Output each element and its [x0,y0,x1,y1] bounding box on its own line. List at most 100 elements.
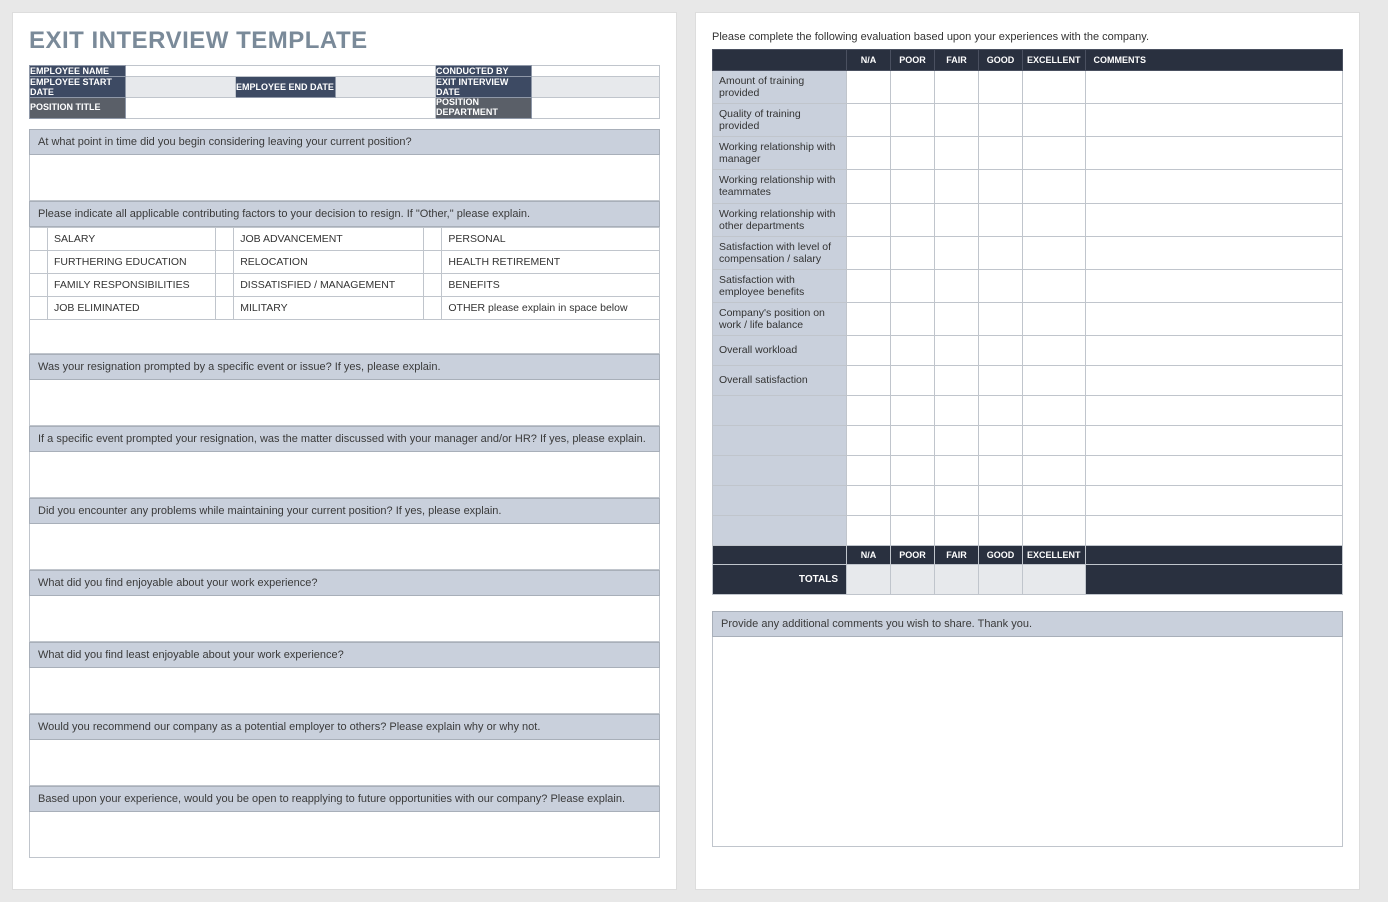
input-start-date[interactable] [126,77,236,98]
eval-rating-cell[interactable] [847,456,891,486]
eval-rating-cell[interactable] [1023,456,1086,486]
q8-answer[interactable] [29,740,660,786]
total-excellent[interactable] [1023,565,1086,595]
factor-checkbox[interactable] [216,227,234,250]
eval-comment-cell[interactable] [1085,426,1342,456]
eval-rating-cell[interactable] [935,516,979,546]
factor-checkbox[interactable] [424,273,442,296]
eval-rating-cell[interactable] [847,137,891,170]
eval-rating-cell[interactable] [935,170,979,203]
eval-rating-cell[interactable] [1023,486,1086,516]
eval-comment-cell[interactable] [1085,137,1342,170]
eval-rating-cell[interactable] [935,269,979,302]
eval-rating-cell[interactable] [935,137,979,170]
factor-checkbox[interactable] [424,227,442,250]
eval-rating-cell[interactable] [1023,71,1086,104]
eval-rating-cell[interactable] [891,426,935,456]
factor-checkbox[interactable] [30,227,48,250]
q1-answer[interactable] [29,155,660,201]
eval-rating-cell[interactable] [935,366,979,396]
eval-rating-cell[interactable] [847,486,891,516]
eval-rating-cell[interactable] [979,269,1023,302]
eval-comment-cell[interactable] [1085,336,1342,366]
eval-rating-cell[interactable] [847,426,891,456]
eval-rating-cell[interactable] [1023,366,1086,396]
q4-answer[interactable] [29,452,660,498]
eval-rating-cell[interactable] [847,336,891,366]
eval-rating-cell[interactable] [979,366,1023,396]
total-poor[interactable] [891,565,935,595]
eval-rating-cell[interactable] [979,302,1023,335]
factor-checkbox[interactable] [216,273,234,296]
eval-comment-cell[interactable] [1085,236,1342,269]
q6-answer[interactable] [29,596,660,642]
eval-rating-cell[interactable] [979,336,1023,366]
eval-rating-cell[interactable] [1023,269,1086,302]
eval-rating-cell[interactable] [935,486,979,516]
eval-rating-cell[interactable] [1023,104,1086,137]
input-employee-name[interactable] [126,66,436,77]
total-na[interactable] [847,565,891,595]
eval-comment-cell[interactable] [1085,366,1342,396]
factor-checkbox[interactable] [216,296,234,319]
eval-comment-cell[interactable] [1085,203,1342,236]
eval-rating-cell[interactable] [891,203,935,236]
eval-rating-cell[interactable] [891,336,935,366]
eval-comment-cell[interactable] [1085,104,1342,137]
eval-rating-cell[interactable] [979,203,1023,236]
eval-rating-cell[interactable] [847,302,891,335]
eval-rating-cell[interactable] [847,516,891,546]
eval-rating-cell[interactable] [979,426,1023,456]
factor-checkbox[interactable] [30,250,48,273]
eval-rating-cell[interactable] [847,236,891,269]
eval-rating-cell[interactable] [1023,396,1086,426]
eval-comment-cell[interactable] [1085,486,1342,516]
eval-rating-cell[interactable] [935,236,979,269]
eval-rating-cell[interactable] [891,516,935,546]
eval-rating-cell[interactable] [979,170,1023,203]
input-position-title[interactable] [126,98,436,119]
eval-rating-cell[interactable] [935,426,979,456]
eval-comment-cell[interactable] [1085,456,1342,486]
eval-rating-cell[interactable] [1023,516,1086,546]
eval-rating-cell[interactable] [1023,336,1086,366]
eval-rating-cell[interactable] [847,203,891,236]
q5-answer[interactable] [29,524,660,570]
eval-comment-cell[interactable] [1085,516,1342,546]
q2-other-explain[interactable] [29,320,660,354]
factor-checkbox[interactable] [424,250,442,273]
eval-rating-cell[interactable] [891,366,935,396]
eval-rating-cell[interactable] [979,236,1023,269]
eval-rating-cell[interactable] [847,104,891,137]
eval-rating-cell[interactable] [1023,426,1086,456]
factor-checkbox[interactable] [30,273,48,296]
factor-checkbox[interactable] [216,250,234,273]
eval-rating-cell[interactable] [935,203,979,236]
eval-rating-cell[interactable] [979,71,1023,104]
eval-comment-cell[interactable] [1085,170,1342,203]
input-conducted-by[interactable] [532,66,660,77]
additional-comments-input[interactable] [712,637,1343,847]
eval-rating-cell[interactable] [891,170,935,203]
eval-rating-cell[interactable] [979,396,1023,426]
eval-comment-cell[interactable] [1085,269,1342,302]
eval-rating-cell[interactable] [935,336,979,366]
eval-comment-cell[interactable] [1085,302,1342,335]
eval-rating-cell[interactable] [935,71,979,104]
eval-rating-cell[interactable] [1023,170,1086,203]
eval-rating-cell[interactable] [1023,137,1086,170]
eval-rating-cell[interactable] [891,456,935,486]
eval-rating-cell[interactable] [891,71,935,104]
eval-rating-cell[interactable] [847,71,891,104]
factor-checkbox[interactable] [30,296,48,319]
q9-answer[interactable] [29,812,660,858]
total-good[interactable] [979,565,1023,595]
eval-rating-cell[interactable] [847,170,891,203]
eval-rating-cell[interactable] [847,366,891,396]
eval-rating-cell[interactable] [891,269,935,302]
eval-rating-cell[interactable] [979,104,1023,137]
eval-rating-cell[interactable] [847,396,891,426]
factor-checkbox[interactable] [424,296,442,319]
eval-rating-cell[interactable] [847,269,891,302]
eval-rating-cell[interactable] [979,516,1023,546]
